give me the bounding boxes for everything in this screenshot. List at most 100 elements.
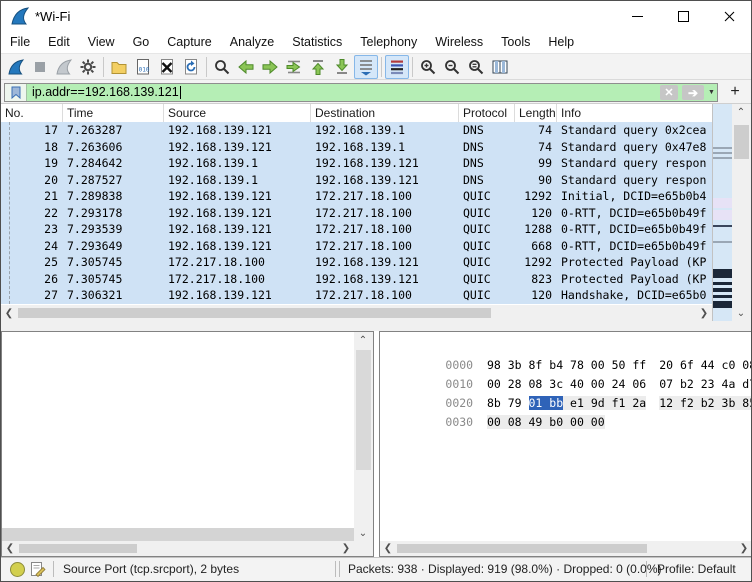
column-header-destination[interactable]: Destination: [311, 104, 459, 122]
hex-hscrollbar[interactable]: ❮ ❯: [380, 541, 752, 556]
menu-item[interactable]: View: [79, 32, 124, 52]
packet-row[interactable]: 22 7.293178 192.168.139.121 172.217.18.1…: [1, 205, 712, 222]
find-packet-button[interactable]: [210, 55, 234, 79]
filter-apply-button[interactable]: ➔: [682, 85, 704, 100]
packet-row[interactable]: 17 7.263287 192.168.139.121 192.168.139.…: [1, 122, 712, 139]
menu-item[interactable]: File: [1, 32, 39, 52]
detail-tree-item[interactable]: Destination Address: 192.168.139.121: [2, 492, 354, 510]
reload-file-button[interactable]: [179, 55, 203, 79]
detail-tree-item[interactable]: Header Checksum: 0x07b2 [validation disa…: [2, 440, 354, 458]
scroll-down-button[interactable]: ⌄: [355, 525, 371, 541]
menu-item[interactable]: Go: [124, 32, 159, 52]
menu-item[interactable]: Tools: [492, 32, 539, 52]
scroll-down-button[interactable]: ⌄: [733, 305, 749, 321]
start-capture-button[interactable]: [4, 55, 28, 79]
hex-dump[interactable]: 0000 98 3b 8f b4 78 00 50 ff20 6f 44 c0 …: [390, 337, 750, 413]
go-forward-button[interactable]: [258, 55, 282, 79]
detail-tree-item[interactable]: ∨ Transmission Control Protocol, Src Por…: [2, 510, 354, 528]
packet-row[interactable]: 24 7.293649 192.168.139.121 172.217.18.1…: [1, 238, 712, 255]
scroll-up-button[interactable]: ⌃: [355, 332, 371, 348]
go-back-button[interactable]: [234, 55, 258, 79]
colorize-button[interactable]: [385, 55, 409, 79]
packet-row[interactable]: 25 7.305745 172.217.18.100 192.168.139.1…: [1, 254, 712, 271]
scroll-left-button[interactable]: ❮: [2, 541, 18, 556]
hscroll-thumb[interactable]: [19, 544, 137, 553]
capture-options-button[interactable]: [76, 55, 100, 79]
vscroll-thumb[interactable]: [356, 350, 371, 470]
packet-row[interactable]: 26 7.305745 172.217.18.100 192.168.139.1…: [1, 271, 712, 288]
cell-source: 192.168.139.121: [164, 287, 311, 304]
zoom-reset-button[interactable]: [464, 55, 488, 79]
filter-dropdown-button[interactable]: ▼: [706, 84, 717, 101]
cell-time: 7.289838: [63, 188, 164, 205]
packet-row[interactable]: 18 7.263606 192.168.139.121 192.168.139.…: [1, 139, 712, 156]
vscroll-thumb[interactable]: [734, 125, 749, 159]
maximize-button[interactable]: [660, 1, 706, 31]
detail-tree-item[interactable]: [Header checksum status: Unverified]: [2, 457, 354, 475]
detail-tree-item[interactable]: Total Length: 40: [2, 334, 354, 352]
column-header-no[interactable]: No.: [1, 104, 63, 122]
detail-tree-item[interactable]: Time to Live: 36: [2, 404, 354, 422]
packet-row[interactable]: 19 7.284642 192.168.139.1 192.168.139.12…: [1, 155, 712, 172]
menu-item[interactable]: Wireless: [426, 32, 492, 52]
close-button[interactable]: [706, 1, 752, 31]
scroll-right-button[interactable]: ❯: [696, 305, 712, 321]
detail-tree-item[interactable]: Identification: 0x083c (2108): [2, 352, 354, 370]
stop-capture-button[interactable]: [28, 55, 52, 79]
minimize-button[interactable]: [614, 1, 660, 31]
details-vscrollbar[interactable]: ⌃ ⌄: [354, 332, 373, 541]
scroll-up-button[interactable]: ⌃: [733, 104, 749, 120]
go-to-first-button[interactable]: [306, 55, 330, 79]
scroll-right-button[interactable]: ❯: [736, 541, 752, 556]
intelligent-scrollbar-minimap[interactable]: [712, 104, 732, 321]
restart-capture-button[interactable]: [52, 55, 76, 79]
menu-item[interactable]: Edit: [39, 32, 79, 52]
auto-scroll-button[interactable]: [354, 55, 378, 79]
cell-info: 0-RTT, DCID=e65b0b49f: [557, 221, 712, 238]
go-to-packet-button[interactable]: [282, 55, 306, 79]
save-file-button[interactable]: 010: [131, 55, 155, 79]
menu-item[interactable]: Capture: [158, 32, 220, 52]
packet-row[interactable]: 23 7.293539 192.168.139.121 172.217.18.1…: [1, 221, 712, 238]
hscroll-thumb[interactable]: [18, 308, 491, 318]
packet-row[interactable]: 27 7.306321 192.168.139.121 172.217.18.1…: [1, 287, 712, 304]
column-header-length[interactable]: Length: [515, 104, 557, 122]
menu-item[interactable]: Statistics: [283, 32, 351, 52]
column-header-time[interactable]: Time: [63, 104, 164, 122]
scroll-left-button[interactable]: ❮: [1, 305, 17, 321]
zoom-in-button[interactable]: [416, 55, 440, 79]
chevron-up-icon: ⌃: [737, 107, 745, 118]
detail-tree-item[interactable]: > 010. .... = Flags: 0x2, Don't fragment: [2, 369, 354, 387]
packet-list-hscrollbar[interactable]: ❮ ❯: [1, 305, 712, 321]
scroll-left-button[interactable]: ❮: [380, 541, 396, 556]
expert-info-icon[interactable]: [10, 562, 25, 577]
pane-splitter[interactable]: [1, 321, 751, 331]
zoom-out-button[interactable]: [440, 55, 464, 79]
menu-item[interactable]: Analyze: [221, 32, 283, 52]
packet-row[interactable]: 20 7.287527 192.168.139.1 192.168.139.12…: [1, 172, 712, 189]
column-header-source[interactable]: Source: [164, 104, 311, 122]
profile-text[interactable]: Profile: Default: [657, 562, 736, 576]
filter-clear-button[interactable]: ✕: [660, 85, 678, 100]
details-hscrollbar[interactable]: ❮ ❯: [2, 541, 373, 556]
resize-columns-button[interactable]: [488, 55, 512, 79]
go-to-last-button[interactable]: [330, 55, 354, 79]
cell-length: 74: [515, 139, 557, 156]
add-filter-button[interactable]: +: [725, 82, 745, 101]
column-header-protocol[interactable]: Protocol: [459, 104, 515, 122]
hscroll-thumb[interactable]: [397, 544, 647, 553]
menu-item[interactable]: Telephony: [351, 32, 426, 52]
menu-item[interactable]: Help: [539, 32, 583, 52]
packet-list-vscrollbar[interactable]: ⌃ ⌄: [732, 104, 751, 321]
column-header-info[interactable]: Info: [557, 104, 712, 122]
display-filter-input[interactable]: ip.addr==192.168.139.121 ✕ ➔ ▼: [4, 83, 718, 102]
open-file-button[interactable]: [107, 55, 131, 79]
detail-tree-item[interactable]: ...0 0000 0000 0000 = Fragment Offset: 0: [2, 387, 354, 405]
filter-bookmark-button[interactable]: [5, 84, 27, 101]
close-file-button[interactable]: [155, 55, 179, 79]
packet-row[interactable]: 21 7.289838 192.168.139.121 172.217.18.1…: [1, 188, 712, 205]
detail-tree-item[interactable]: Protocol: TCP (6): [2, 422, 354, 440]
detail-tree-item[interactable]: Source Address: 35.74.215.78: [2, 475, 354, 493]
capture-comment-icon[interactable]: [30, 561, 46, 577]
scroll-right-button[interactable]: ❯: [338, 541, 354, 556]
